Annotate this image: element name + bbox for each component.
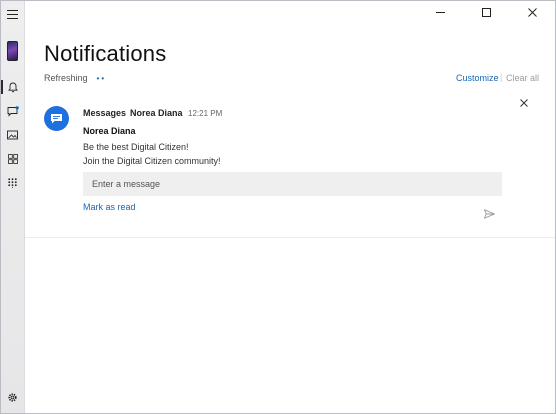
title-bar [25, 1, 555, 23]
customize-link[interactable]: Customize [456, 73, 499, 83]
dismiss-notification-button[interactable] [520, 98, 528, 110]
hamburger-menu-icon[interactable] [1, 3, 24, 25]
sidebar-item-photos[interactable] [1, 124, 24, 146]
dialpad-icon [8, 178, 17, 188]
header-separator: | [500, 72, 503, 82]
sidebar-item-notifications[interactable] [1, 76, 24, 98]
maximize-icon [481, 7, 491, 17]
refresh-status: Refreshing •• [44, 73, 106, 83]
apps-icon [7, 154, 18, 164]
phone-thumbnail[interactable] [1, 39, 24, 63]
notification-app-name: Messages [83, 108, 127, 118]
minimize-button[interactable] [417, 1, 463, 23]
notification-time: 12:21 PM [188, 109, 223, 118]
close-icon [527, 7, 537, 17]
notification-divider [25, 237, 555, 238]
loading-dots-icon: •• [96, 73, 107, 83]
notification-message-line: Be the best Digital Citizen! [83, 142, 189, 152]
notification-sender-header: Norea Diana [130, 108, 183, 118]
page-title: Notifications [44, 41, 167, 66]
sidebar-item-calls[interactable] [1, 172, 24, 194]
sidebar-item-apps[interactable] [1, 148, 24, 170]
reply-input[interactable] [90, 178, 502, 190]
send-icon [483, 208, 496, 220]
messages-app-icon [44, 106, 69, 131]
send-button[interactable] [483, 206, 496, 224]
phone-wallpaper-image [7, 41, 18, 61]
messages-icon [7, 105, 19, 117]
reply-field[interactable] [83, 172, 502, 196]
close-icon [520, 99, 528, 107]
sidebar-item-settings[interactable] [1, 386, 24, 408]
clear-all-button[interactable]: Clear all [506, 73, 539, 83]
refresh-status-label: Refreshing [44, 73, 88, 83]
maximize-button[interactable] [463, 1, 509, 23]
photos-icon [7, 130, 18, 140]
bell-icon [7, 82, 18, 92]
close-window-button[interactable] [509, 1, 555, 23]
gear-icon [8, 392, 17, 402]
notification-sender: Norea Diana [83, 126, 136, 136]
sidebar [1, 1, 25, 413]
mark-as-read-link[interactable]: Mark as read [83, 202, 136, 212]
sidebar-item-messages[interactable] [1, 100, 24, 122]
minimize-icon [435, 11, 445, 13]
notification-message-line: Join the Digital Citizen community! [83, 156, 221, 166]
